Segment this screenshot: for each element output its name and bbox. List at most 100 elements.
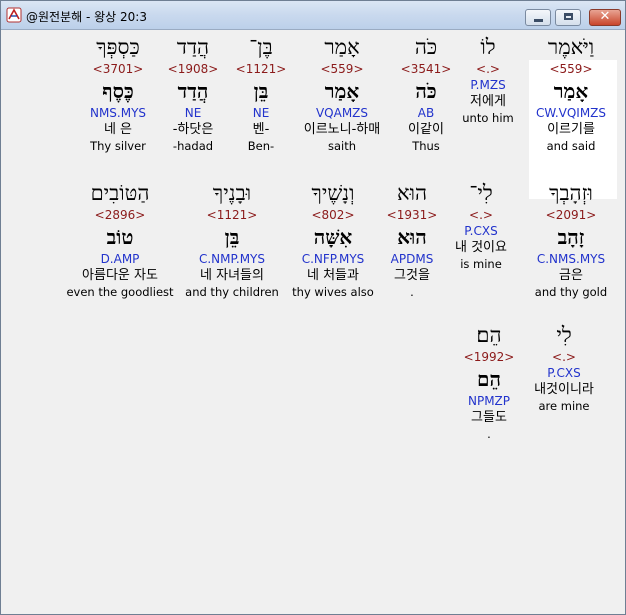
- hebrew-lexeme: הוּא: [397, 225, 427, 249]
- korean-gloss: 네 자녀들의: [200, 268, 264, 283]
- strong-number[interactable]: <2091>: [521, 207, 621, 223]
- english-gloss: and said: [546, 139, 596, 153]
- maximize-button[interactable]: [555, 9, 581, 26]
- title-bar[interactable]: @원전분해 - 왕상 20:3 ✕: [1, 1, 625, 30]
- strong-number[interactable]: <.>: [454, 61, 522, 77]
- english-gloss: and thy gold: [534, 285, 608, 299]
- word-cell[interactable]: כַּסְפְּךָ <3701> כֶּסֶף NMS.MYS 네 은 Thy…: [77, 33, 159, 154]
- strong-number[interactable]: <1121>: [177, 207, 287, 223]
- parsing-code: CW.VQIMZS: [535, 106, 607, 120]
- english-gloss: is mine: [460, 257, 502, 271]
- parsing-code: APDMS: [390, 252, 434, 266]
- strong-number[interactable]: <1992>: [459, 349, 519, 365]
- strong-number[interactable]: <3701>: [77, 61, 159, 77]
- minimize-button[interactable]: [525, 9, 551, 26]
- strong-number[interactable]: <2896>: [63, 207, 177, 223]
- strong-number[interactable]: <.>: [443, 207, 519, 223]
- app-window: @원전분해 - 왕상 20:3 ✕ וַיֹּאמֶר <559> אָמַר …: [0, 0, 626, 615]
- verse-analysis-panel: וַיֹּאמֶר <559> אָמַר CW.VQIMZS 이르기를 and…: [7, 31, 621, 612]
- hebrew-lexeme: כֶּסֶף: [102, 79, 134, 103]
- parsing-code: P.CXS: [464, 224, 498, 238]
- strong-number[interactable]: <1908>: [159, 61, 227, 77]
- hebrew-word: כַּסְפְּךָ: [96, 35, 140, 59]
- english-gloss: .: [410, 285, 414, 299]
- word-cell[interactable]: וּבָנֶיךָ <1121> בֵּן C.NMP.MYS 네 자녀들의 a…: [177, 179, 287, 300]
- korean-gloss: 저에게: [470, 94, 506, 109]
- parsing-code: NE: [184, 106, 202, 120]
- word-cell[interactable]: לִי <.> P.CXS 내것이니라 are mine: [523, 321, 605, 414]
- close-button[interactable]: ✕: [589, 9, 621, 26]
- word-cell[interactable]: כֹּה <3541> כֹּה AB 이같이 Thus: [395, 33, 457, 154]
- hebrew-word: הֵם׃: [476, 323, 502, 347]
- word-cell[interactable]: לִי־ <.> P.CXS 내 것이요 is mine: [443, 179, 519, 272]
- hebrew-word: הוּא: [396, 181, 428, 205]
- hebrew-word: וּבָנֶיךָ: [212, 181, 252, 205]
- korean-gloss: 그들도: [471, 410, 507, 425]
- english-gloss: even the goodliest: [66, 285, 174, 299]
- strong-number[interactable]: <559>: [289, 61, 395, 77]
- strong-number[interactable]: <1121>: [231, 61, 291, 77]
- parsing-code: P.MZS: [470, 78, 506, 92]
- word-cell[interactable]: הֲדַד <1908> הֲדַד NE -하닷은 -hadad: [159, 33, 227, 154]
- korean-gloss: 금은: [559, 268, 583, 283]
- korean-gloss: 이르노니-하매: [303, 122, 381, 137]
- hebrew-lexeme: אָמַר: [324, 79, 360, 103]
- parsing-code: NPMZP: [467, 394, 511, 408]
- strong-number[interactable]: <.>: [523, 349, 605, 365]
- korean-gloss: 내것이니라: [534, 382, 594, 397]
- korean-gloss: 그것을: [394, 268, 430, 283]
- word-cell[interactable]: הֵם׃ <1992> הֵם NPMZP 그들도 .: [459, 321, 519, 442]
- korean-gloss: 벤-: [252, 122, 270, 137]
- english-gloss: saith: [327, 139, 357, 153]
- word-cell[interactable]: וְנָשֶׁיךָ <802> אִשָּׁה C.NFP.MYS 네 처들과…: [287, 179, 379, 300]
- english-gloss: .: [487, 427, 491, 441]
- parsing-code: VQAMZS: [315, 106, 369, 120]
- hebrew-word: כֹּה: [414, 35, 438, 59]
- word-cell[interactable]: וּזְהָבְךָ <2091> זָהָב C.NMS.MYS 금은 and…: [521, 179, 621, 300]
- word-cell[interactable]: הוּא <1931> הוּא APDMS 그것을 .: [383, 179, 441, 300]
- word-cell[interactable]: לוֹ <.> P.MZS 저에게 unto him: [454, 33, 522, 126]
- maximize-icon: [564, 13, 573, 20]
- word-cell[interactable]: הַטּוֹבִים <2896> טוֹב D.AMP 아름다운 자도 eve…: [63, 179, 177, 300]
- korean-gloss: 내 것이요: [455, 240, 507, 255]
- english-gloss: thy wives also: [292, 285, 374, 299]
- parsing-code: AB: [417, 106, 435, 120]
- korean-gloss: 이같이: [408, 122, 444, 137]
- english-gloss: and thy children: [185, 285, 279, 299]
- word-cell[interactable]: וַיֹּאמֶר <559> אָמַר CW.VQIMZS 이르기를 and…: [523, 33, 619, 154]
- strong-number[interactable]: <802>: [287, 207, 379, 223]
- hebrew-word: וּזְהָבְךָ: [549, 181, 593, 205]
- english-gloss: Thus: [412, 139, 440, 153]
- hebrew-word: וְנָשֶׁיךָ: [311, 181, 355, 205]
- parsing-code: C.NFP.MYS: [301, 252, 365, 266]
- hebrew-word: הַטּוֹבִים: [90, 181, 150, 205]
- english-gloss: unto him: [462, 111, 514, 125]
- hebrew-word: הֲדַד: [176, 35, 210, 59]
- minimize-icon: [534, 19, 543, 22]
- hebrew-word: וַיֹּאמֶר: [547, 35, 595, 59]
- close-icon: ✕: [599, 9, 611, 24]
- hebrew-word: אָמַר: [324, 35, 360, 59]
- hebrew-word: לִי־: [469, 181, 493, 205]
- parsing-code: C.NMP.MYS: [198, 252, 265, 266]
- hebrew-lexeme: בֵּן: [253, 79, 269, 103]
- word-cell[interactable]: בֶּן־ <1121> בֵּן NE 벤- Ben-: [231, 33, 291, 154]
- word-cell[interactable]: אָמַר <559> אָמַר VQAMZS 이르노니-하매 saith: [289, 33, 395, 154]
- korean-gloss: 네 처들과: [307, 268, 359, 283]
- strong-number[interactable]: <3541>: [395, 61, 457, 77]
- korean-gloss: -하닷은: [172, 122, 214, 137]
- app-logo-icon: [6, 7, 22, 23]
- hebrew-lexeme: אָמַר: [553, 79, 589, 103]
- window-title: @원전분해 - 왕상 20:3: [26, 10, 147, 24]
- korean-gloss: 아름다운 자도: [82, 268, 158, 283]
- hebrew-word: בֶּן־: [249, 35, 273, 59]
- strong-number[interactable]: <1931>: [383, 207, 441, 223]
- english-gloss: -hadad: [172, 139, 214, 153]
- parsing-code: D.AMP: [100, 252, 140, 266]
- hebrew-lexeme: אִשָּׁה: [313, 225, 353, 249]
- parsing-code: NMS.MYS: [89, 106, 147, 120]
- korean-gloss: 네 은: [103, 122, 133, 137]
- hebrew-lexeme: טוֹב: [106, 225, 134, 249]
- hebrew-word: לִי: [556, 323, 572, 347]
- strong-number[interactable]: <559>: [523, 61, 619, 77]
